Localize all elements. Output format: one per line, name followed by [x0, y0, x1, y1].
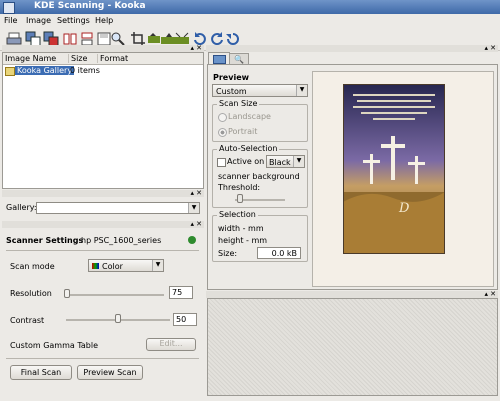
preview-title: Preview	[213, 73, 250, 82]
chevron-down-icon: ▼	[152, 260, 163, 271]
selection-title: Selection	[217, 210, 258, 219]
chevron-down-icon: ▼	[296, 85, 307, 96]
close-icon[interactable]: ✕	[196, 190, 202, 197]
close-icon[interactable]: ✕	[490, 291, 496, 298]
column-image-name[interactable]: Image Name	[5, 54, 56, 63]
image-viewer-panel	[207, 298, 498, 396]
scanned-image-preview: D	[342, 83, 446, 255]
lower-dock-handle[interactable]: ▴ ✕	[206, 291, 498, 298]
threshold-label: Threshold:	[218, 183, 261, 192]
contrast-label: Contrast	[10, 316, 45, 325]
undock-icon[interactable]: ▴	[484, 291, 488, 298]
color-icon	[92, 263, 99, 269]
contrast-spinbox[interactable]: 50	[173, 313, 197, 326]
gallery-name: Kooka Gallery	[15, 66, 75, 75]
resolution-label: Resolution	[10, 289, 52, 298]
selection-group: Selection width - mm height - mm Size: 0…	[212, 210, 308, 262]
scanner-settings-panel: Scanner Settings hp PSC_1600_series Scan…	[2, 228, 204, 400]
threshold-slider-handle[interactable]	[237, 194, 243, 203]
gallery-dock-handle[interactable]: ▴ ✕	[2, 45, 204, 52]
gallery-combo-dock-handle[interactable]: ▴ ✕	[2, 190, 204, 197]
svg-text:D: D	[398, 201, 410, 216]
undock-icon[interactable]: ▴	[190, 45, 194, 52]
scan-mode-label: Scan mode	[10, 262, 55, 271]
size-combo[interactable]: Custom ▼	[212, 84, 308, 97]
column-size[interactable]: Size	[68, 54, 87, 63]
search-icon: 🔍	[234, 55, 244, 64]
gallery-combo[interactable]: ▼	[36, 202, 200, 214]
gallery-size: 0 items	[70, 66, 100, 75]
menu-file[interactable]: File	[4, 16, 17, 25]
column-format[interactable]: Format	[97, 54, 128, 63]
folder-icon	[5, 67, 15, 76]
tab-bar: 🔍	[208, 52, 496, 65]
resolution-spinbox[interactable]: 75	[169, 286, 193, 299]
image-icon	[213, 55, 226, 64]
scanner-dock-handle[interactable]: ▴ ✕	[2, 221, 204, 228]
auto-selection-title: Auto-Selection	[217, 144, 280, 153]
chevron-down-icon: ▼	[188, 203, 199, 213]
chevron-down-icon: ▼	[293, 156, 304, 167]
close-icon[interactable]: ✕	[196, 221, 202, 228]
selection-height: height - mm	[218, 236, 268, 245]
table-header: Image Name Size Format	[3, 53, 203, 65]
landscape-radio[interactable]	[218, 113, 227, 122]
scanner-title: Scanner Settings	[6, 236, 84, 245]
undock-icon[interactable]: ▴	[484, 45, 488, 52]
scanned-card-image: D	[342, 83, 446, 255]
app-icon	[3, 2, 15, 14]
active-on-label: Active on	[227, 157, 265, 166]
resolution-slider-handle[interactable]	[64, 289, 70, 298]
edit-gamma-button[interactable]: Edit...	[146, 338, 196, 351]
selection-size-label: Size:	[218, 249, 238, 258]
preview-scan-button[interactable]: Preview Scan	[77, 365, 143, 380]
scanner-background-label: scanner background	[218, 172, 300, 181]
undock-icon[interactable]: ▴	[190, 221, 194, 228]
menu-bar: File Image Settings Help	[0, 14, 500, 28]
menu-image[interactable]: Image	[26, 16, 51, 25]
background-combo[interactable]: Black ▼	[266, 155, 305, 168]
preview-panel: Preview Custom ▼ Scan Size Landscape Por…	[207, 64, 498, 290]
menu-settings[interactable]: Settings	[57, 16, 90, 25]
divider	[6, 250, 199, 251]
table-row[interactable]: Kooka Gallery 0 items	[4, 66, 202, 77]
menu-help[interactable]: Help	[95, 16, 113, 25]
contrast-slider-handle[interactable]	[115, 314, 121, 323]
gallery-combo-panel: Gallery: ▼	[2, 198, 204, 218]
status-led-icon	[188, 236, 196, 244]
auto-selection-group: Auto-Selection Active on Black ▼ scanner…	[212, 144, 308, 208]
gallery-label: Gallery:	[6, 203, 37, 212]
scanner-device: hp PSC_1600_series	[81, 236, 162, 245]
scan-size-title: Scan Size	[217, 99, 260, 108]
close-icon[interactable]: ✕	[196, 45, 202, 52]
active-on-checkbox[interactable]	[217, 158, 226, 167]
resolution-slider[interactable]	[66, 294, 164, 296]
window-title: KDE Scanning - Kooka	[34, 1, 146, 11]
final-scan-button[interactable]: Final Scan	[10, 365, 72, 380]
scan-size-group: Scan Size Landscape Portrait	[212, 99, 308, 142]
undock-icon[interactable]: ▴	[190, 190, 194, 197]
gamma-label: Custom Gamma Table	[10, 341, 99, 350]
scan-mode-combo[interactable]: Color ▼	[88, 259, 164, 272]
preview-dock-handle[interactable]: ▴ ✕	[206, 45, 498, 52]
divider	[6, 358, 199, 359]
gallery-table: Image Name Size Format Kooka Gallery 0 i…	[2, 52, 204, 189]
preview-canvas[interactable]: D	[312, 71, 494, 287]
selection-size-field: 0.0 kB	[257, 247, 301, 259]
title-bar: KDE Scanning - Kooka	[0, 0, 500, 14]
landscape-label: Landscape	[228, 112, 271, 121]
portrait-radio[interactable]	[218, 128, 227, 137]
selection-width: width - mm	[218, 224, 264, 233]
portrait-label: Portrait	[228, 127, 258, 136]
close-icon[interactable]: ✕	[490, 45, 496, 52]
